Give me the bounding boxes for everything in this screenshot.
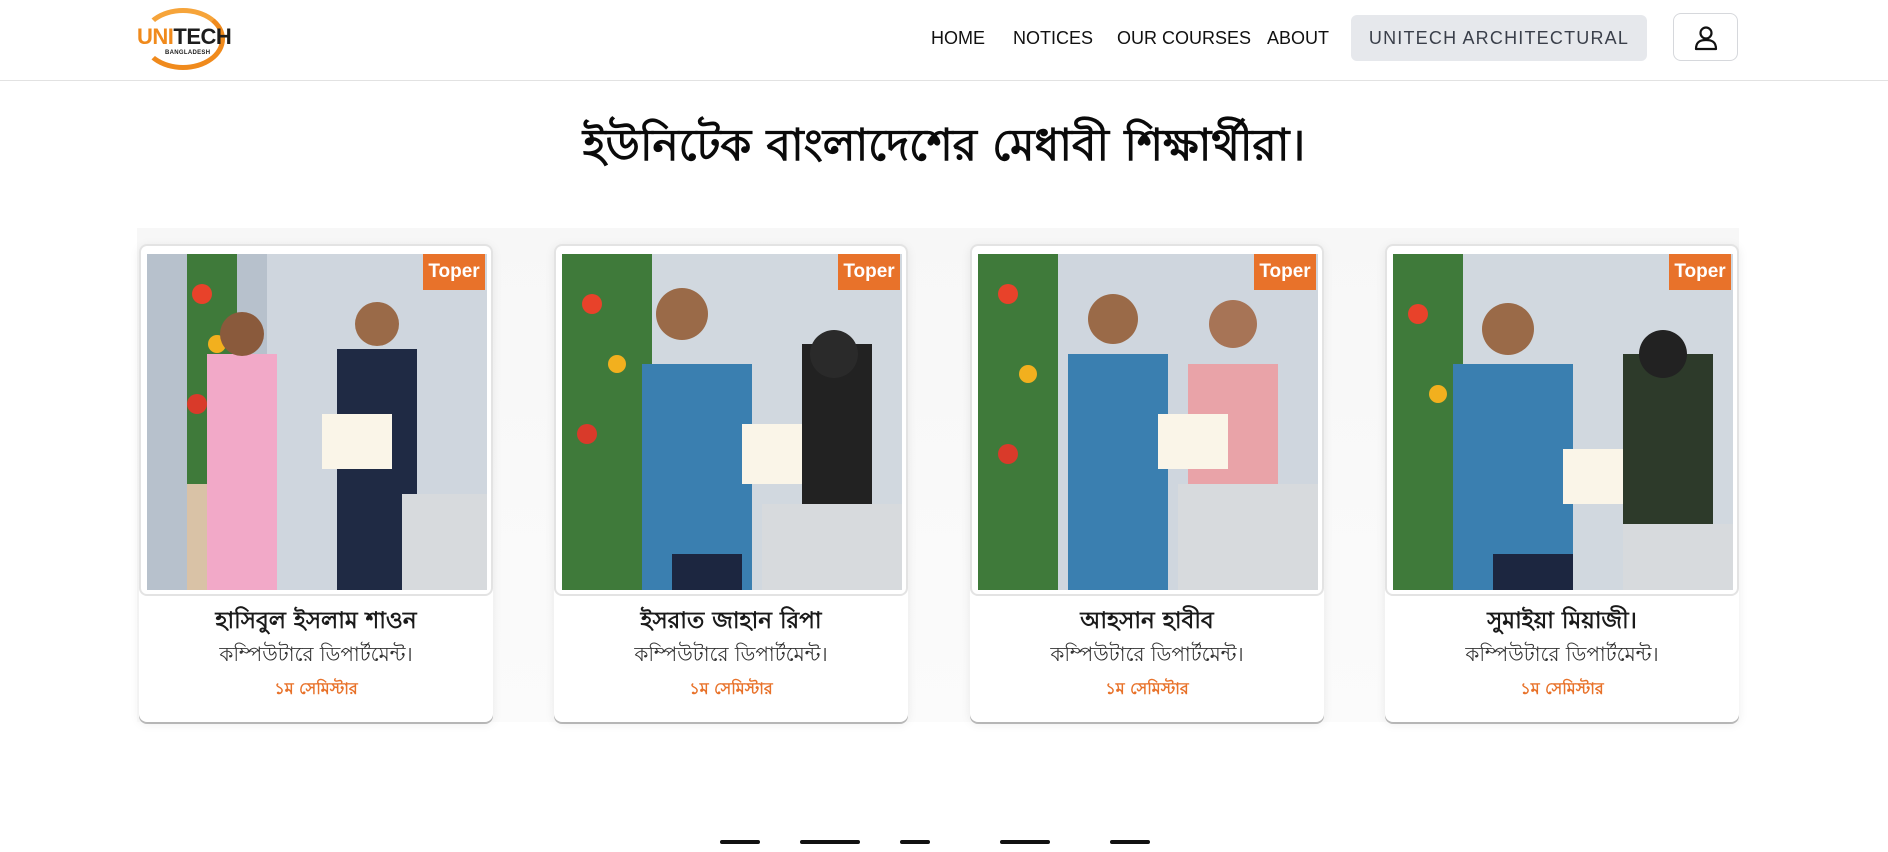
student-photo	[147, 254, 487, 590]
student-semester: ১ম সেমিস্টার	[1105, 679, 1189, 698]
user-account-button[interactable]	[1673, 13, 1738, 61]
topper-badge: Toper	[1669, 254, 1731, 290]
student-photo-frame: Toper	[554, 244, 908, 596]
student-department: কম্পিউটারে ডিপার্টমেন্ট।	[1050, 642, 1244, 666]
student-semester: ১ম সেমিস্টার	[689, 679, 773, 698]
student-semester: ১ম সেমিস্টার	[1520, 679, 1604, 698]
student-name: আহসান হাবীব	[1080, 607, 1214, 634]
student-photo-frame: Toper	[970, 244, 1324, 596]
nav-about[interactable]: ABOUT	[1267, 28, 1329, 49]
topper-badge: Toper	[838, 254, 900, 290]
nav-our-courses[interactable]: OUR COURSES	[1117, 28, 1251, 49]
student-photo-frame: Toper	[1385, 244, 1739, 596]
student-department: কম্পিউটারে ডিপার্টমেন্ট।	[634, 642, 828, 666]
nav-home[interactable]: HOME	[931, 28, 985, 49]
nav-notices[interactable]: NOTICES	[1013, 28, 1093, 49]
student-card[interactable]: Toper হাসিবুল ইসলাম শাওন কম্পিউটারে ডিপা…	[139, 244, 493, 722]
logo-subtitle: BANGLADESH	[165, 50, 211, 56]
student-name: হাসিবুল ইসলাম শাওন	[215, 607, 417, 634]
topper-badge: Toper	[1254, 254, 1316, 290]
student-photo	[978, 254, 1318, 590]
student-name: ইসরাত জাহান রিপা	[640, 607, 822, 634]
student-card[interactable]: Toper ইসরাত জাহান রিপা কম্পিউটারে ডিপার্…	[554, 244, 908, 722]
student-photo	[1393, 254, 1733, 590]
section-title: ইউনিটেক বাংলাদেশের মেধাবী শিক্ষার্থীরা।	[582, 120, 1306, 171]
student-name: সুমাইয়া মিয়াজী।	[1487, 607, 1637, 634]
student-card[interactable]: Toper সুমাইয়া মিয়াজী। কম্পিউটারে ডিপার…	[1385, 244, 1739, 722]
student-department: কম্পিউটারে ডিপার্টমেন্ট।	[219, 642, 413, 666]
next-section-title-cropped	[0, 832, 1888, 852]
site-header: UNITECH BANGLADESH HOME NOTICES OUR COUR…	[0, 0, 1888, 81]
student-department: কম্পিউটারে ডিপার্টমেন্ট।	[1465, 642, 1659, 666]
student-photo-frame: Toper	[139, 244, 493, 596]
logo-wordmark: UNITECH	[137, 24, 232, 49]
student-semester: ১ম সেমিস্টার	[274, 679, 358, 698]
user-icon	[1694, 26, 1718, 51]
student-card[interactable]: Toper আহসান হাবীব কম্পিউটারে ডিপার্টমেন্…	[970, 244, 1324, 722]
unitech-logo[interactable]: UNITECH BANGLADESH	[137, 6, 232, 70]
student-photo	[562, 254, 902, 590]
topper-badge: Toper	[423, 254, 485, 290]
unitech-architectural-button[interactable]: UNITECH ARCHITECTURAL	[1351, 15, 1647, 61]
